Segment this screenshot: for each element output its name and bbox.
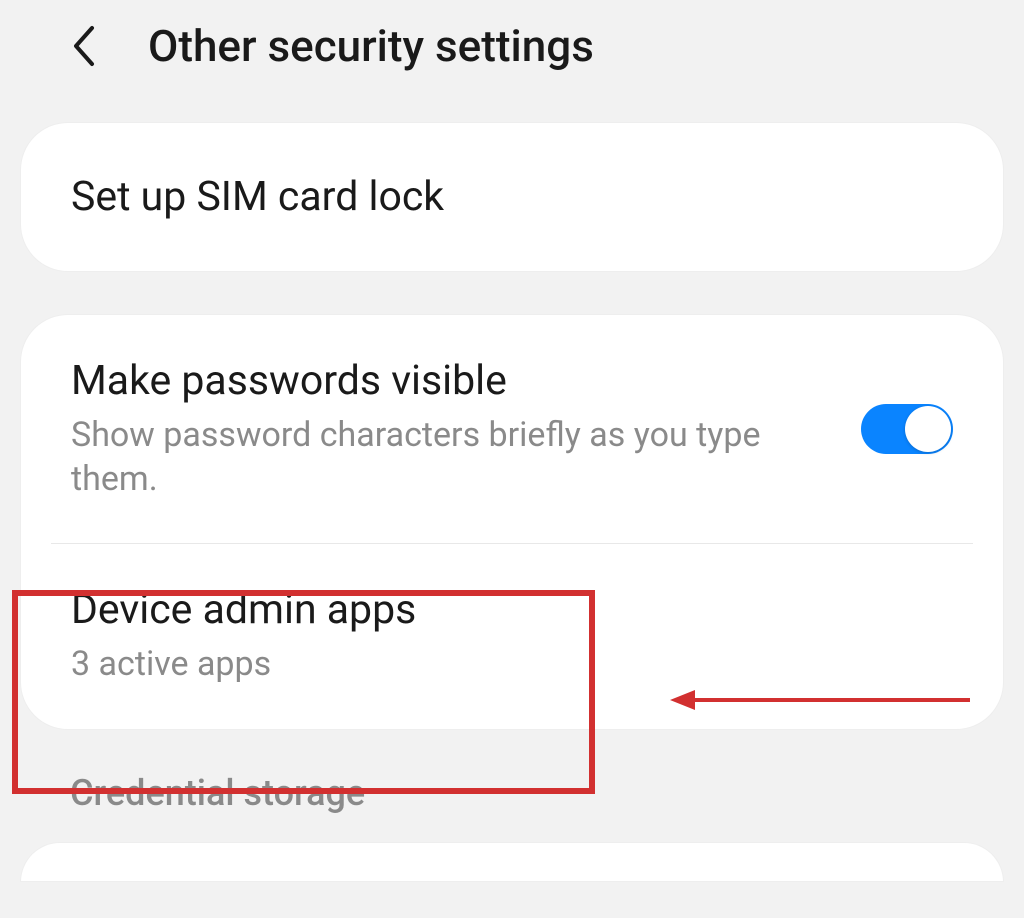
device-admin-apps-label: Device admin apps bbox=[71, 586, 953, 634]
device-admin-apps-subtitle: 3 active apps bbox=[71, 642, 771, 686]
header: Other security settings bbox=[0, 0, 1024, 122]
passwords-visible-toggle[interactable] bbox=[861, 404, 953, 454]
device-admin-apps-item[interactable]: Device admin apps 3 active apps bbox=[21, 544, 1003, 728]
page-title: Other security settings bbox=[148, 20, 594, 72]
credential-storage-card bbox=[20, 842, 1004, 882]
sim-card-lock-item[interactable]: Set up SIM card lock bbox=[21, 123, 1003, 271]
credential-storage-header: Credential storage bbox=[20, 772, 1004, 814]
back-icon[interactable] bbox=[70, 22, 98, 70]
sim-card-lock-card: Set up SIM card lock bbox=[20, 122, 1004, 272]
passwords-visible-label: Make passwords visible bbox=[71, 357, 861, 405]
passwords-visible-item[interactable]: Make passwords visible Show password cha… bbox=[21, 315, 1003, 543]
passwords-visible-subtitle: Show password characters briefly as you … bbox=[71, 413, 771, 501]
sim-card-lock-label: Set up SIM card lock bbox=[71, 173, 953, 221]
security-settings-card: Make passwords visible Show password cha… bbox=[20, 314, 1004, 730]
toggle-knob bbox=[905, 406, 951, 452]
